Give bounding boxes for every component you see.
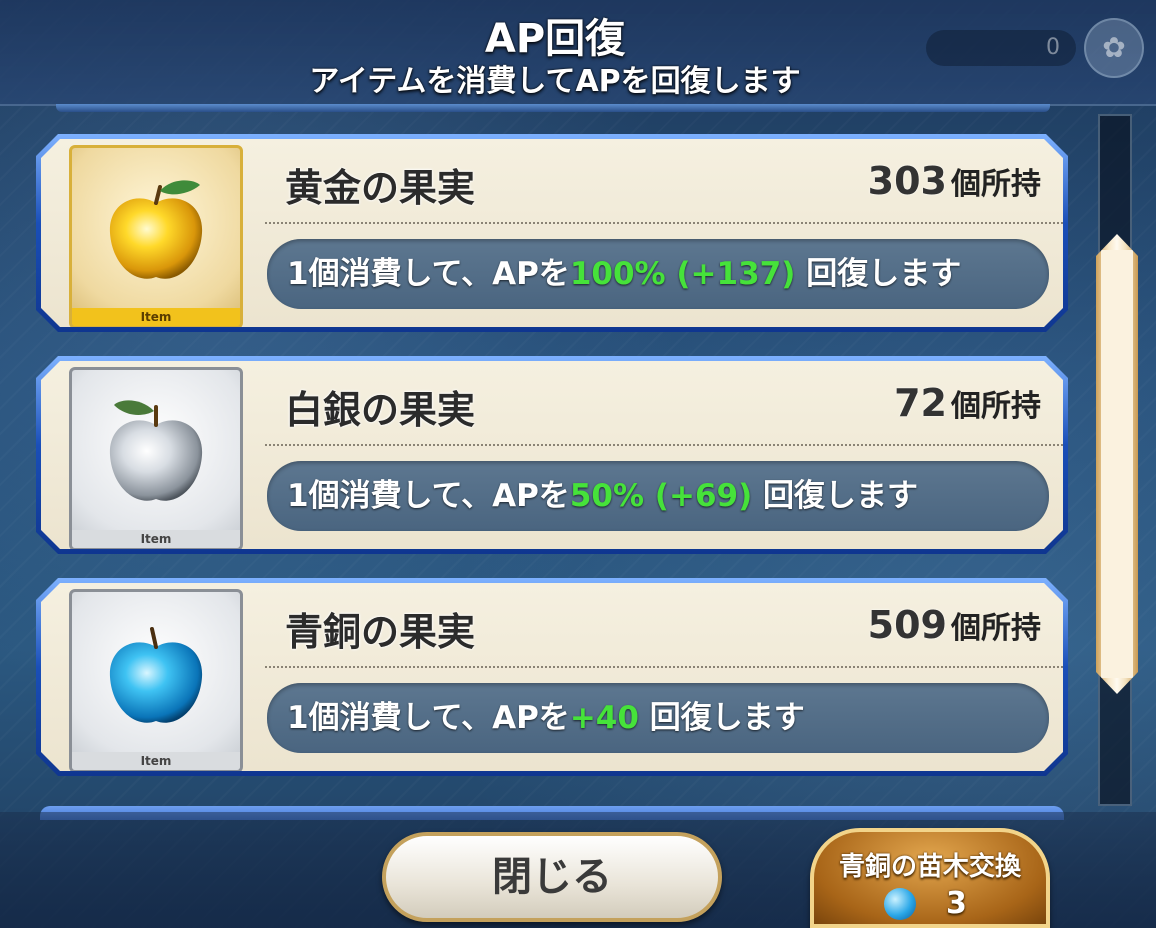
item-name: 白銀の果実 (285, 388, 476, 432)
description-prefix: 1個消費して、APを (287, 700, 570, 736)
description: 1個消費して、APを+40 回復します (287, 683, 805, 753)
item-count-unit: 個所持 (951, 167, 1041, 202)
description-prefix: 1個消費して、APを (287, 256, 570, 292)
card-body: Item 青銅の果実 509 個所持 1個消費して、APを+40 回復します (41, 583, 1063, 771)
list-top-rail (56, 104, 1050, 112)
description-bar: 1個消費して、APを100% (+137) 回復します (267, 239, 1049, 309)
item-count: 509 個所持 (868, 603, 1041, 647)
description-suffix: 回復します (752, 478, 919, 514)
item-count: 303 個所持 (868, 159, 1041, 203)
item-tag: Item (72, 308, 240, 326)
description: 1個消費して、APを100% (+137) 回復します (287, 239, 961, 309)
item-list[interactable]: Item 黄金の果実 303 個所持 1個消費して、APを100% (+137) … (0, 130, 1090, 820)
item-card-bronze[interactable]: Item 青銅の果実 509 個所持 1個消費して、APを+40 回復します (36, 578, 1068, 776)
description-prefix: 1個消費して、APを (287, 478, 570, 514)
golden-apple-icon (96, 173, 216, 293)
silver-apple-icon (96, 395, 216, 515)
description: 1個消費して、APを50% (+69) 回復します (287, 461, 918, 531)
background-counter: 0 (926, 30, 1076, 66)
item-count: 72 個所持 (894, 381, 1041, 425)
recovery-amount: 50% (+69) (569, 478, 753, 514)
recovery-amount: 100% (+137) (569, 256, 796, 292)
item-count-unit: 個所持 (951, 611, 1041, 646)
item-count-number: 509 (867, 603, 947, 647)
item-card-silver[interactable]: Item 白銀の果実 72 個所持 1個消費して、APを50% (+69) 回復し… (36, 356, 1068, 554)
item-count-number: 303 (867, 159, 947, 203)
description-suffix: 回復します (638, 700, 805, 736)
bronze-apple-icon (96, 617, 216, 737)
card-body: Item 黄金の果実 303 個所持 1個消費して、APを100% (+137) … (41, 139, 1063, 327)
background-badge-icon: ✿ (1084, 18, 1144, 78)
item-thumbnail: Item (69, 145, 243, 329)
item-name: 黄金の果実 (285, 166, 476, 210)
header: AP回復 アイテムを消費してAPを回復します 0 ✿ (0, 0, 1156, 106)
item-thumbnail: Item (69, 367, 243, 551)
bronze-sapling-exchange-button[interactable]: 青銅の苗木交換 3 (810, 828, 1050, 928)
divider (265, 222, 1063, 224)
divider (265, 666, 1063, 668)
divider (265, 444, 1063, 446)
item-count-unit: 個所持 (951, 389, 1041, 424)
item-card-golden[interactable]: Item 黄金の果実 303 個所持 1個消費して、APを100% (+137) … (36, 134, 1068, 332)
item-count-number: 72 (894, 381, 947, 425)
scrollbar-thumb[interactable] (1096, 234, 1138, 694)
exchange-count: 3 (946, 886, 967, 921)
description-suffix: 回復します (795, 256, 962, 292)
bronze-sapling-icon (884, 888, 916, 920)
close-button[interactable]: 閉じる (382, 832, 722, 922)
item-name: 青銅の果実 (285, 610, 476, 654)
recovery-amount: +40 (569, 700, 639, 736)
description-bar: 1個消費して、APを50% (+69) 回復します (267, 461, 1049, 531)
item-tag: Item (72, 752, 240, 770)
item-thumbnail: Item (69, 589, 243, 773)
item-tag: Item (72, 530, 240, 548)
description-bar: 1個消費して、APを+40 回復します (267, 683, 1049, 753)
card-body: Item 白銀の果実 72 個所持 1個消費して、APを50% (+69) 回復し… (41, 361, 1063, 549)
exchange-label: 青銅の苗木交換 (838, 852, 1021, 882)
